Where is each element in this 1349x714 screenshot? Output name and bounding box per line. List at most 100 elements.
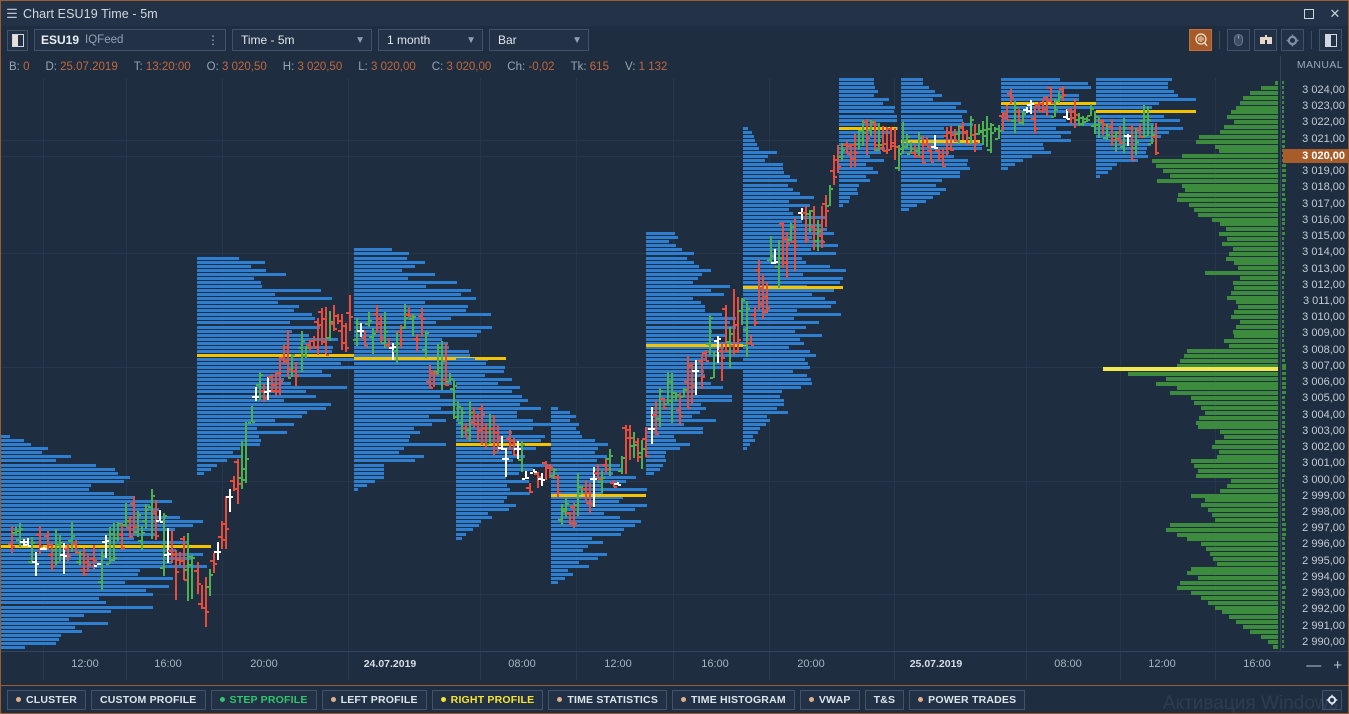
price-axis-volume-tick xyxy=(1282,115,1285,119)
right-profile-bar xyxy=(1215,517,1278,522)
volume-profile-bar xyxy=(354,252,409,256)
price-bar-open-tick xyxy=(397,331,400,334)
indicator-button-time-statistics[interactable]: TIME STATISTICS xyxy=(548,689,668,710)
indicator-button-cluster[interactable]: CLUSTER xyxy=(7,689,86,710)
price-axis-volume-tick xyxy=(1282,551,1285,555)
price-axis-volume-tick xyxy=(1282,251,1285,255)
price-bar-open-tick xyxy=(915,149,918,152)
compare-button[interactable] xyxy=(1254,29,1277,51)
info-value: 3 020,00 xyxy=(443,61,492,73)
zoom-out-button[interactable]: — xyxy=(1306,657,1321,674)
right-profile-bar xyxy=(1213,556,1278,561)
volume-profile-bar xyxy=(551,552,607,556)
right-profile-bar xyxy=(1239,100,1278,105)
volume-profile-bar xyxy=(197,268,267,272)
volume-profile-bar xyxy=(551,471,614,475)
volume-profile-bar xyxy=(354,479,375,483)
time-axis[interactable]: — + 12:00 16:00 20:00 24.07.2019 08:00 12:00 1… xyxy=(1,651,1348,680)
price-bar-open-tick xyxy=(466,429,469,432)
indicator-button-time-histogram[interactable]: TIME HISTOGRAM xyxy=(672,689,795,710)
price-bar-open-tick xyxy=(911,151,914,154)
charttype-dropdown[interactable]: Bar ▼ xyxy=(489,29,589,51)
volume-profile-bar xyxy=(197,390,307,394)
volume-profile-bar xyxy=(354,374,464,378)
volume-profile-bar xyxy=(839,114,898,118)
volume-analysis-button[interactable] xyxy=(1189,29,1212,51)
price-axis-volume-tick xyxy=(1282,329,1285,333)
timeframe-dropdown[interactable]: Time - 5m ▼ xyxy=(232,29,372,51)
volume-profile-bar xyxy=(1096,102,1160,106)
info-field-c: C: 3 020,00 xyxy=(432,61,491,73)
settings-gear-icon xyxy=(1286,34,1299,46)
price-axis-volume-tick xyxy=(1282,349,1286,353)
info-value: 3 020,50 xyxy=(218,61,267,73)
mouse-mode-button[interactable] xyxy=(1227,29,1250,51)
time-axis-separator xyxy=(673,652,674,680)
volume-analysis-icon xyxy=(1194,33,1208,47)
price-bar-close-tick xyxy=(610,454,613,457)
right-panel-button[interactable] xyxy=(1319,29,1342,51)
volume-profile-bar xyxy=(551,487,647,491)
price-bar-open-tick xyxy=(373,313,376,316)
price-axis-volume-tick xyxy=(1282,625,1284,629)
settings-button[interactable] xyxy=(1281,29,1304,51)
price-bar xyxy=(1102,118,1104,136)
chart-canvas[interactable] xyxy=(1,78,1280,651)
price-axis-volume-tick xyxy=(1282,217,1285,221)
price-bar-open-tick xyxy=(983,134,986,137)
price-bar-close-tick xyxy=(152,495,155,498)
volume-profile-bar xyxy=(743,390,782,394)
price-axis-volume-tick xyxy=(1282,105,1285,109)
period-dropdown[interactable]: 1 month ▼ xyxy=(378,29,483,51)
instrument-more-icon[interactable]: ⋮ xyxy=(207,33,219,47)
price-bar xyxy=(429,365,431,389)
right-profile-bar xyxy=(1211,217,1278,222)
price-bar-open-tick xyxy=(218,536,221,539)
indicator-button-t-s[interactable]: T&S xyxy=(864,689,905,710)
price-bar-open-tick xyxy=(1148,143,1151,146)
time-axis-separator xyxy=(222,652,223,680)
zoom-in-button[interactable]: + xyxy=(1333,657,1342,674)
volume-profile-bar xyxy=(551,569,568,573)
price-bar xyxy=(1131,125,1133,160)
price-bar xyxy=(441,340,443,391)
volume-profile-bar xyxy=(197,349,332,353)
price-bar-close-tick xyxy=(1087,119,1090,121)
chart-settings-button[interactable] xyxy=(1322,690,1342,710)
price-bar-open-tick xyxy=(614,483,617,486)
hamburger-menu-icon[interactable]: ☰ xyxy=(1,7,23,20)
volume-profile-bar xyxy=(743,155,768,159)
instrument-selector[interactable]: ESU19 IQFeed ⋮ xyxy=(34,29,226,51)
indicator-button-vwap[interactable]: VWAP xyxy=(799,689,860,710)
maximize-button[interactable] xyxy=(1296,1,1322,26)
volume-profile-bar xyxy=(839,90,878,94)
volume-profile-bar xyxy=(646,244,676,248)
volume-profile-bar xyxy=(1096,78,1173,81)
volume-profile-bar xyxy=(354,463,384,467)
right-profile-bar xyxy=(1176,586,1278,591)
info-key: O: xyxy=(206,61,219,73)
status-dot-icon xyxy=(808,697,814,702)
price-bar-close-tick xyxy=(482,413,485,416)
indicator-button-power-trades[interactable]: POWER TRADES xyxy=(909,689,1026,710)
indicator-button-left-profile[interactable]: LEFT PROFILE xyxy=(321,689,427,710)
price-axis-volume-tick xyxy=(1282,586,1286,590)
price-bar-open-tick xyxy=(98,581,101,584)
time-axis-time-label: 20:00 xyxy=(250,658,278,670)
right-profile-bar xyxy=(1216,454,1278,459)
price-bar-close-tick xyxy=(454,385,457,388)
price-bar xyxy=(175,550,177,600)
price-bar-close-tick xyxy=(146,508,149,511)
volume-profile-bar xyxy=(551,447,598,451)
price-bar-open-tick xyxy=(967,136,970,139)
panel-toggle-button[interactable] xyxy=(7,29,28,51)
indicator-button-right-profile[interactable]: RIGHT PROFILE xyxy=(431,689,544,710)
volume-profile-bar xyxy=(456,349,462,353)
indicator-button-step-profile[interactable]: STEP PROFILE xyxy=(210,689,317,710)
indicator-button-custom-profile[interactable]: CUSTOM PROFILE xyxy=(90,689,206,710)
price-axis[interactable]: MANUAL 3 024,00 3 023,00 3 022,00 3 021,00 3… xyxy=(1280,56,1348,651)
close-button[interactable]: ✕ xyxy=(1322,1,1348,26)
price-bar-open-tick xyxy=(891,141,894,144)
price-axis-volume-tick xyxy=(1282,261,1285,265)
price-axis-volume-tick xyxy=(1282,227,1285,231)
